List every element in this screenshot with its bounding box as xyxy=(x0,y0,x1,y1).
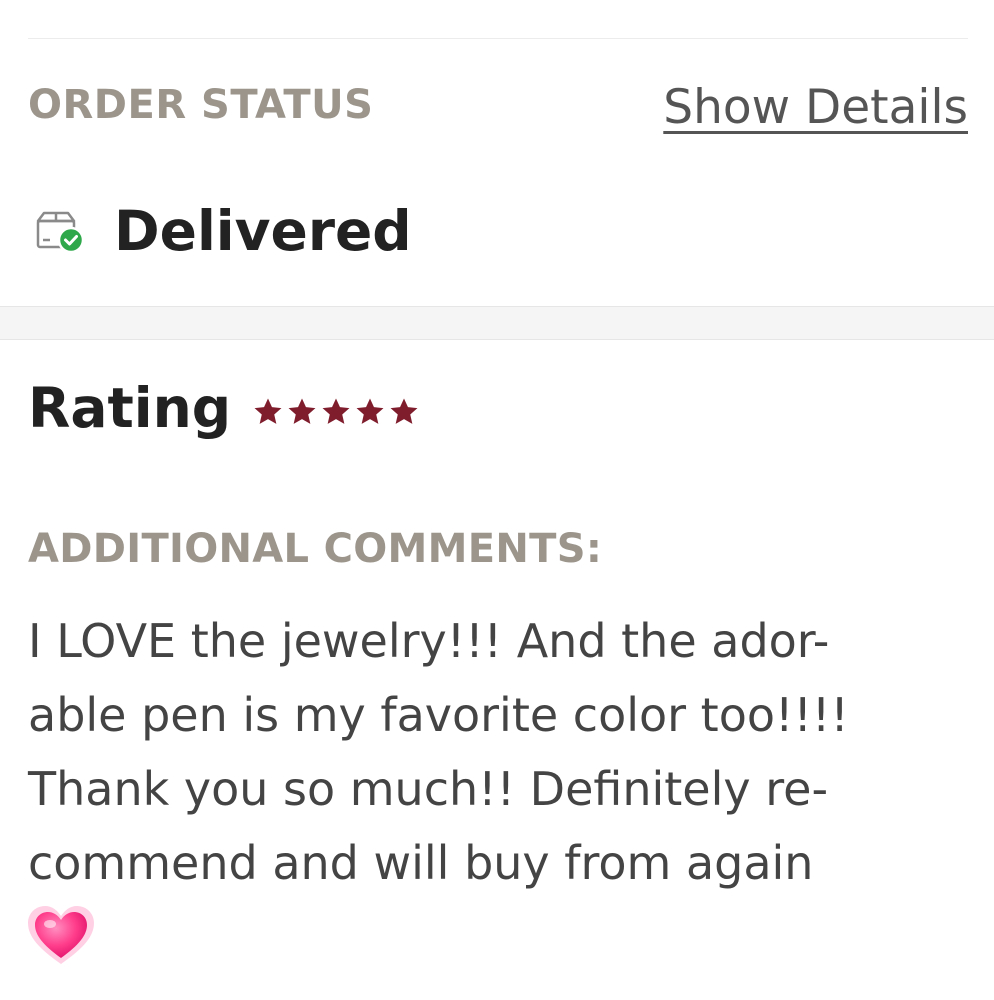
rating-row: Rating xyxy=(28,372,421,444)
additional-comments-label: ADDITIONAL COMMENTS: xyxy=(28,526,603,572)
star-icon xyxy=(288,398,316,424)
comment-line: commend and will buy from again xyxy=(28,836,814,890)
section-divider xyxy=(0,306,994,340)
comment-line: Thank you so much!! Definitely re- xyxy=(28,762,829,816)
order-status-label: ORDER STATUS xyxy=(28,82,374,128)
delivery-status-value: Delivered xyxy=(114,199,412,263)
show-details-link[interactable]: Show Details xyxy=(663,80,968,135)
heart-emoji-icon xyxy=(26,904,96,968)
rating-stars xyxy=(251,395,421,429)
star-icon xyxy=(322,398,350,424)
star-icon xyxy=(356,398,384,424)
order-status-header: ORDER STATUS Show Details xyxy=(28,80,968,140)
rating-label: Rating xyxy=(28,376,232,440)
comment-line: able pen is my favorite color too!!!! xyxy=(28,688,849,742)
star-icon xyxy=(390,398,418,424)
package-delivered-icon xyxy=(34,207,86,255)
comment-text: I LOVE the jewelry!!! And the ador- able… xyxy=(28,604,968,900)
delivery-status-row: Delivered xyxy=(34,196,412,266)
top-divider xyxy=(28,38,968,39)
comment-line: I LOVE the jewelry!!! And the ador- xyxy=(28,614,830,668)
star-icon xyxy=(254,398,282,424)
